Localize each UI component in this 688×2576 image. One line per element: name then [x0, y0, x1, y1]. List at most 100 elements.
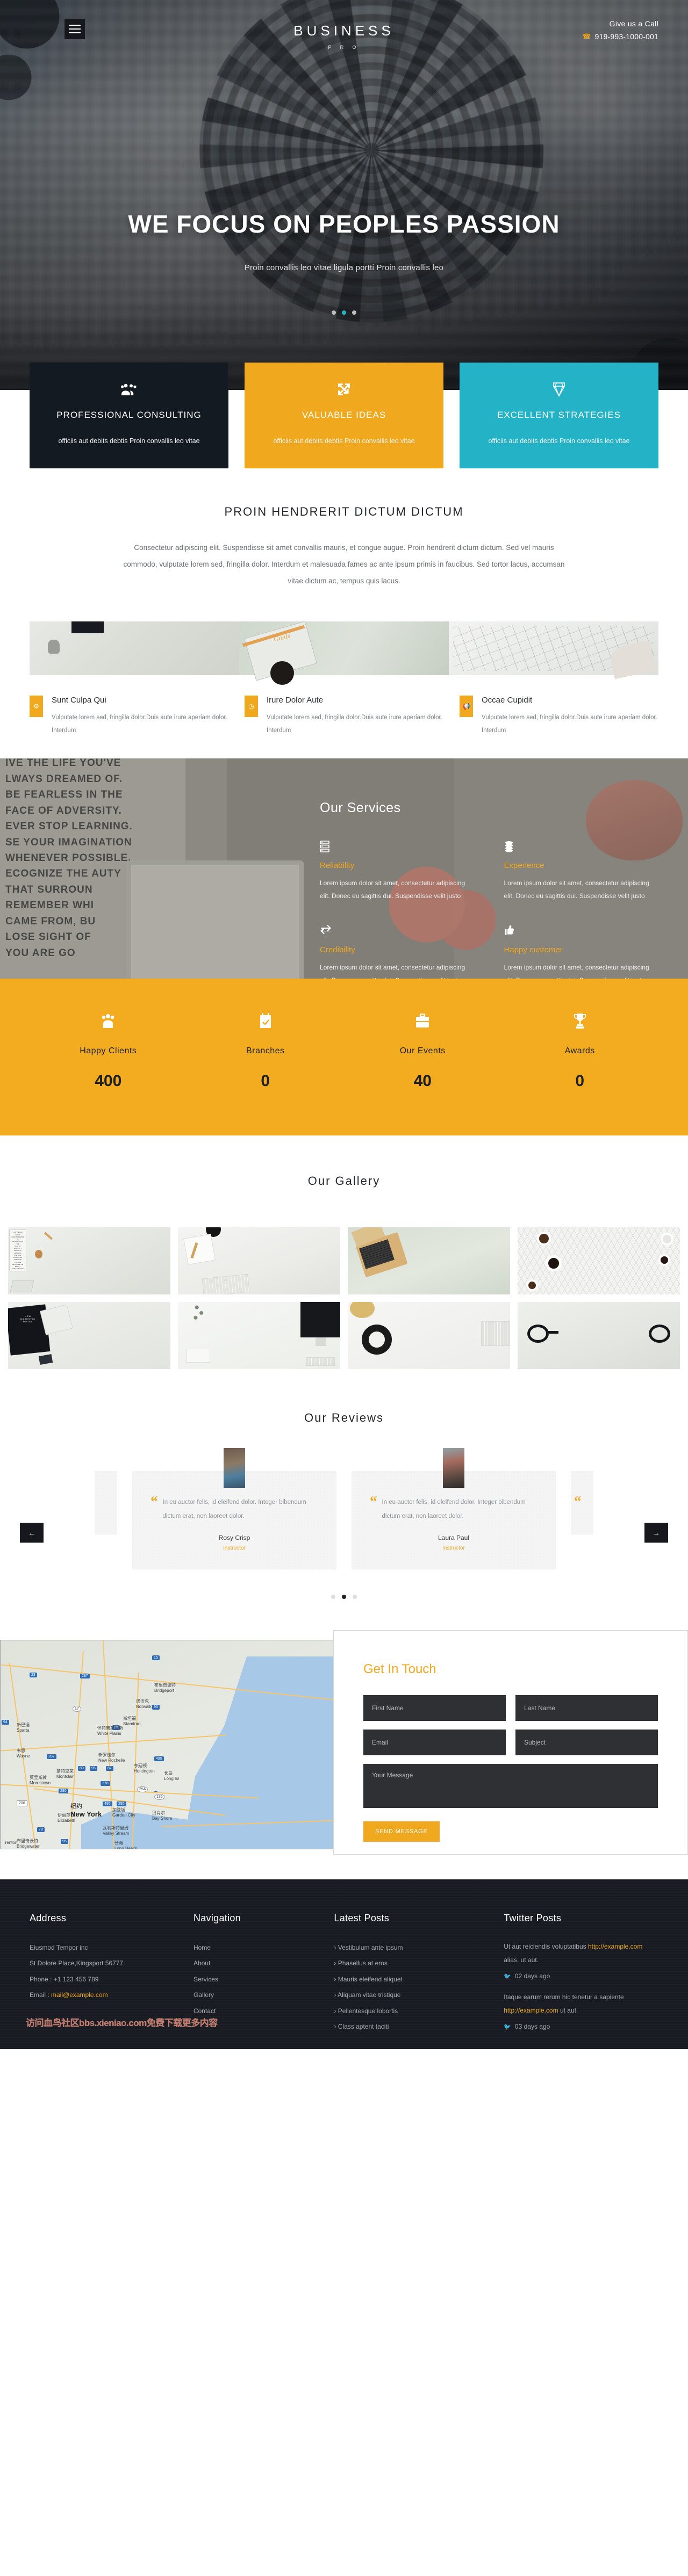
footer-post-item[interactable]: Pellentesque lobortis — [334, 2003, 489, 2019]
stats-section: Happy Clients 400 Branches 0 Our Events … — [0, 979, 688, 1136]
phone-number[interactable]: ☎ 919-993-1000-001 — [582, 32, 658, 41]
footer-post-item[interactable]: Mauris eleifend aliquet — [334, 1972, 489, 1987]
gallery-item-imac-books-plant[interactable] — [178, 1302, 340, 1370]
map-label-bridgewater: 布里奇沃特 Bridgewater — [17, 1839, 40, 1849]
hero-slider-dot-2[interactable] — [342, 310, 346, 315]
subject-input[interactable] — [515, 1730, 658, 1756]
footer-nav-gallery[interactable]: Gallery — [194, 1987, 319, 2003]
map-label-stamford: 斯坦福 Stamford — [123, 1716, 141, 1727]
users-group-icon — [45, 380, 213, 399]
gallery-item-coffee-cups-and-beans[interactable] — [518, 1227, 680, 1295]
map-route-shield: 287 — [80, 1674, 90, 1679]
feature-card-excellent-strategies[interactable]: EXCELLENT STRATEGIES officiis aut debits… — [460, 363, 658, 468]
feature-card-professional-consulting[interactable]: PROFESSIONAL CONSULTING officiis aut deb… — [30, 363, 228, 468]
call-us-block: Give us a Call ☎ 919-993-1000-001 — [582, 19, 658, 41]
gallery-item-notebook-watch-keyboard-flatlay[interactable] — [178, 1227, 340, 1295]
review-card-peek-right[interactable]: “ — [571, 1471, 593, 1535]
map-route-shield — [154, 1791, 157, 1792]
hero-headline: WE FOCUS ON PEOPLES PASSION — [128, 210, 560, 238]
avatar — [224, 1448, 245, 1488]
footer-email-label: Email : — [30, 1991, 52, 1999]
feature-list-text: Vulputate lorem sed, fringilla dolor.Dui… — [482, 714, 657, 734]
feature-cards: PROFESSIONAL CONSULTING officiis aut deb… — [30, 363, 658, 468]
calendar-check-icon — [187, 1012, 345, 1030]
quote-icon: “ — [370, 1493, 377, 1510]
map-route-shield: 280 — [59, 1789, 68, 1794]
gallery-item-desk-with-poster-and-laptop[interactable]: LIVE THE LIFE YOU'VE ALWAYS DREAMED OF BE … — [8, 1227, 170, 1295]
hero-slider-dots[interactable] — [30, 310, 658, 315]
footer-post-item[interactable]: Class aptent taciti — [334, 2019, 489, 2035]
review-author-role: Instructor — [223, 1545, 246, 1552]
intro-image-strip: Goals — [30, 621, 658, 685]
map-route-shield: 206 — [17, 1800, 27, 1807]
gallery-item-espresso-cup-typography[interactable] — [348, 1302, 510, 1370]
footer-nav-about[interactable]: About — [194, 1956, 319, 1971]
map-label-montclair: 蒙特克莱 Montclair — [56, 1769, 74, 1779]
map-route-shield: 278 — [101, 1781, 110, 1786]
feature-list-title: Sunt Culpa Qui — [52, 696, 106, 705]
footer-nav-services[interactable]: Services — [194, 1972, 319, 1987]
contact-form-panel: Get In Touch SEND MESSAGE — [333, 1630, 688, 1855]
map-route-shield: 94 — [2, 1720, 9, 1725]
gallery-item-black-eyeglasses[interactable] — [518, 1302, 680, 1370]
intro-image-hand-calendar — [449, 621, 658, 679]
reviews-section: Our Reviews ← → “ In eu auctor felis, id… — [0, 1369, 688, 1600]
feature-card-valuable-ideas[interactable]: VALUABLE IDEAS officiis aut debits debti… — [245, 363, 443, 468]
review-card-rosy-crisp[interactable]: “ In eu auctor felis, id eleifend dolor.… — [132, 1448, 336, 1570]
footer-email-link[interactable]: mail@example.com — [51, 1991, 108, 1999]
review-quote: In eu auctor felis, id eleifend dolor. I… — [382, 1499, 526, 1519]
message-textarea[interactable] — [363, 1764, 658, 1808]
map-route-shield: 495 — [103, 1801, 112, 1807]
feature-list-item-irure-dolor-aute: ◷ Irure Dolor Aute Vulputate lorem sed, … — [245, 696, 443, 737]
service-title: Reliability — [320, 861, 355, 871]
tweet-link[interactable]: http://example.com — [504, 2007, 558, 2014]
map-label-long-beach: 长滩 Long Beach — [114, 1841, 138, 1850]
footer-nav-links: Home About Services Gallery Contact — [194, 1940, 319, 2019]
map-label-bridgeport: 布里奇波特 Bridgeport — [154, 1683, 176, 1694]
map-label-morristown: 莫里斯敦 Morristown — [30, 1775, 51, 1786]
footer-nav-home[interactable]: Home — [194, 1940, 319, 1956]
map-label-huntington: 亨廷顿 Huntington — [134, 1763, 155, 1774]
site-logo[interactable]: BUSINESS P R O — [30, 23, 658, 50]
avatar — [443, 1448, 464, 1488]
map-route-shield: 78 — [37, 1827, 45, 1833]
hero-slider-dot-1[interactable] — [332, 310, 336, 315]
service-title: Credibility — [320, 945, 355, 955]
location-map[interactable]: 23 287 17 94 95 287 80 95 87 278 280 206… — [0, 1640, 344, 1850]
tweet-text-post: alias, ut aut. — [504, 1956, 539, 1964]
review-card-peek-left[interactable] — [95, 1471, 117, 1535]
gear-icon: ⚙ — [30, 696, 43, 718]
footer-post-item[interactable]: Vestibulum ante ipsum — [334, 1940, 489, 1956]
gallery-item-tilted-laptop-on-table[interactable] — [348, 1227, 510, 1295]
reviews-dot-3[interactable] — [353, 1595, 357, 1600]
services-title: Our Services — [320, 800, 401, 816]
send-message-button[interactable]: SEND MESSAGE — [363, 1821, 440, 1842]
stat-value: 400 — [95, 1072, 122, 1090]
map-label-garden-city: 加登城 Garden City — [112, 1807, 135, 1818]
contact-form-title: Get In Touch — [363, 1662, 436, 1677]
footer-company-name: Eiusmod Tempor inc — [30, 1944, 88, 1952]
map-route-shield: 15 — [152, 1655, 160, 1661]
gallery-grid: LIVE THE LIFE YOU'VE ALWAYS DREAMED OF BE … — [8, 1227, 680, 1370]
hero-slider-dot-3[interactable] — [352, 310, 356, 315]
first-name-input[interactable] — [363, 1695, 506, 1721]
reviews-slider-dots[interactable] — [0, 1595, 688, 1600]
footer-column-twitter-posts: Twitter Posts Ut aut reiciendis voluptat… — [504, 1913, 658, 2041]
tweet-link[interactable]: http://example.com — [588, 1943, 642, 1950]
reviews-dot-2[interactable] — [342, 1595, 346, 1600]
footer-post-item[interactable]: Aliquam vitae tristique — [334, 1987, 489, 2003]
map-label-norwalk: 诺沃克 Norwalk — [136, 1699, 152, 1710]
reviews-dot-1[interactable] — [331, 1595, 335, 1600]
map-route-shield: 87 — [106, 1766, 113, 1771]
review-card-laura-paul[interactable]: “ In eu auctor felis, id eleifend dolor.… — [352, 1448, 556, 1570]
footer-post-item[interactable]: Phasellus at eros — [334, 1956, 489, 1971]
quote-icon: “ — [574, 1493, 582, 1510]
service-title: Happy customer — [504, 945, 563, 955]
map-route-shield: 23 — [30, 1673, 37, 1678]
feature-list-title: Occae Cupidit — [482, 696, 533, 705]
tweet-time: 02 days ago — [514, 1972, 550, 1980]
stat-our-events: Our Events 40 — [344, 1012, 501, 1090]
email-input[interactable] — [363, 1730, 506, 1756]
last-name-input[interactable] — [515, 1695, 658, 1721]
gallery-item-black-tote-bag[interactable]: NEW MAJESTIC HOTEL — [8, 1302, 170, 1370]
